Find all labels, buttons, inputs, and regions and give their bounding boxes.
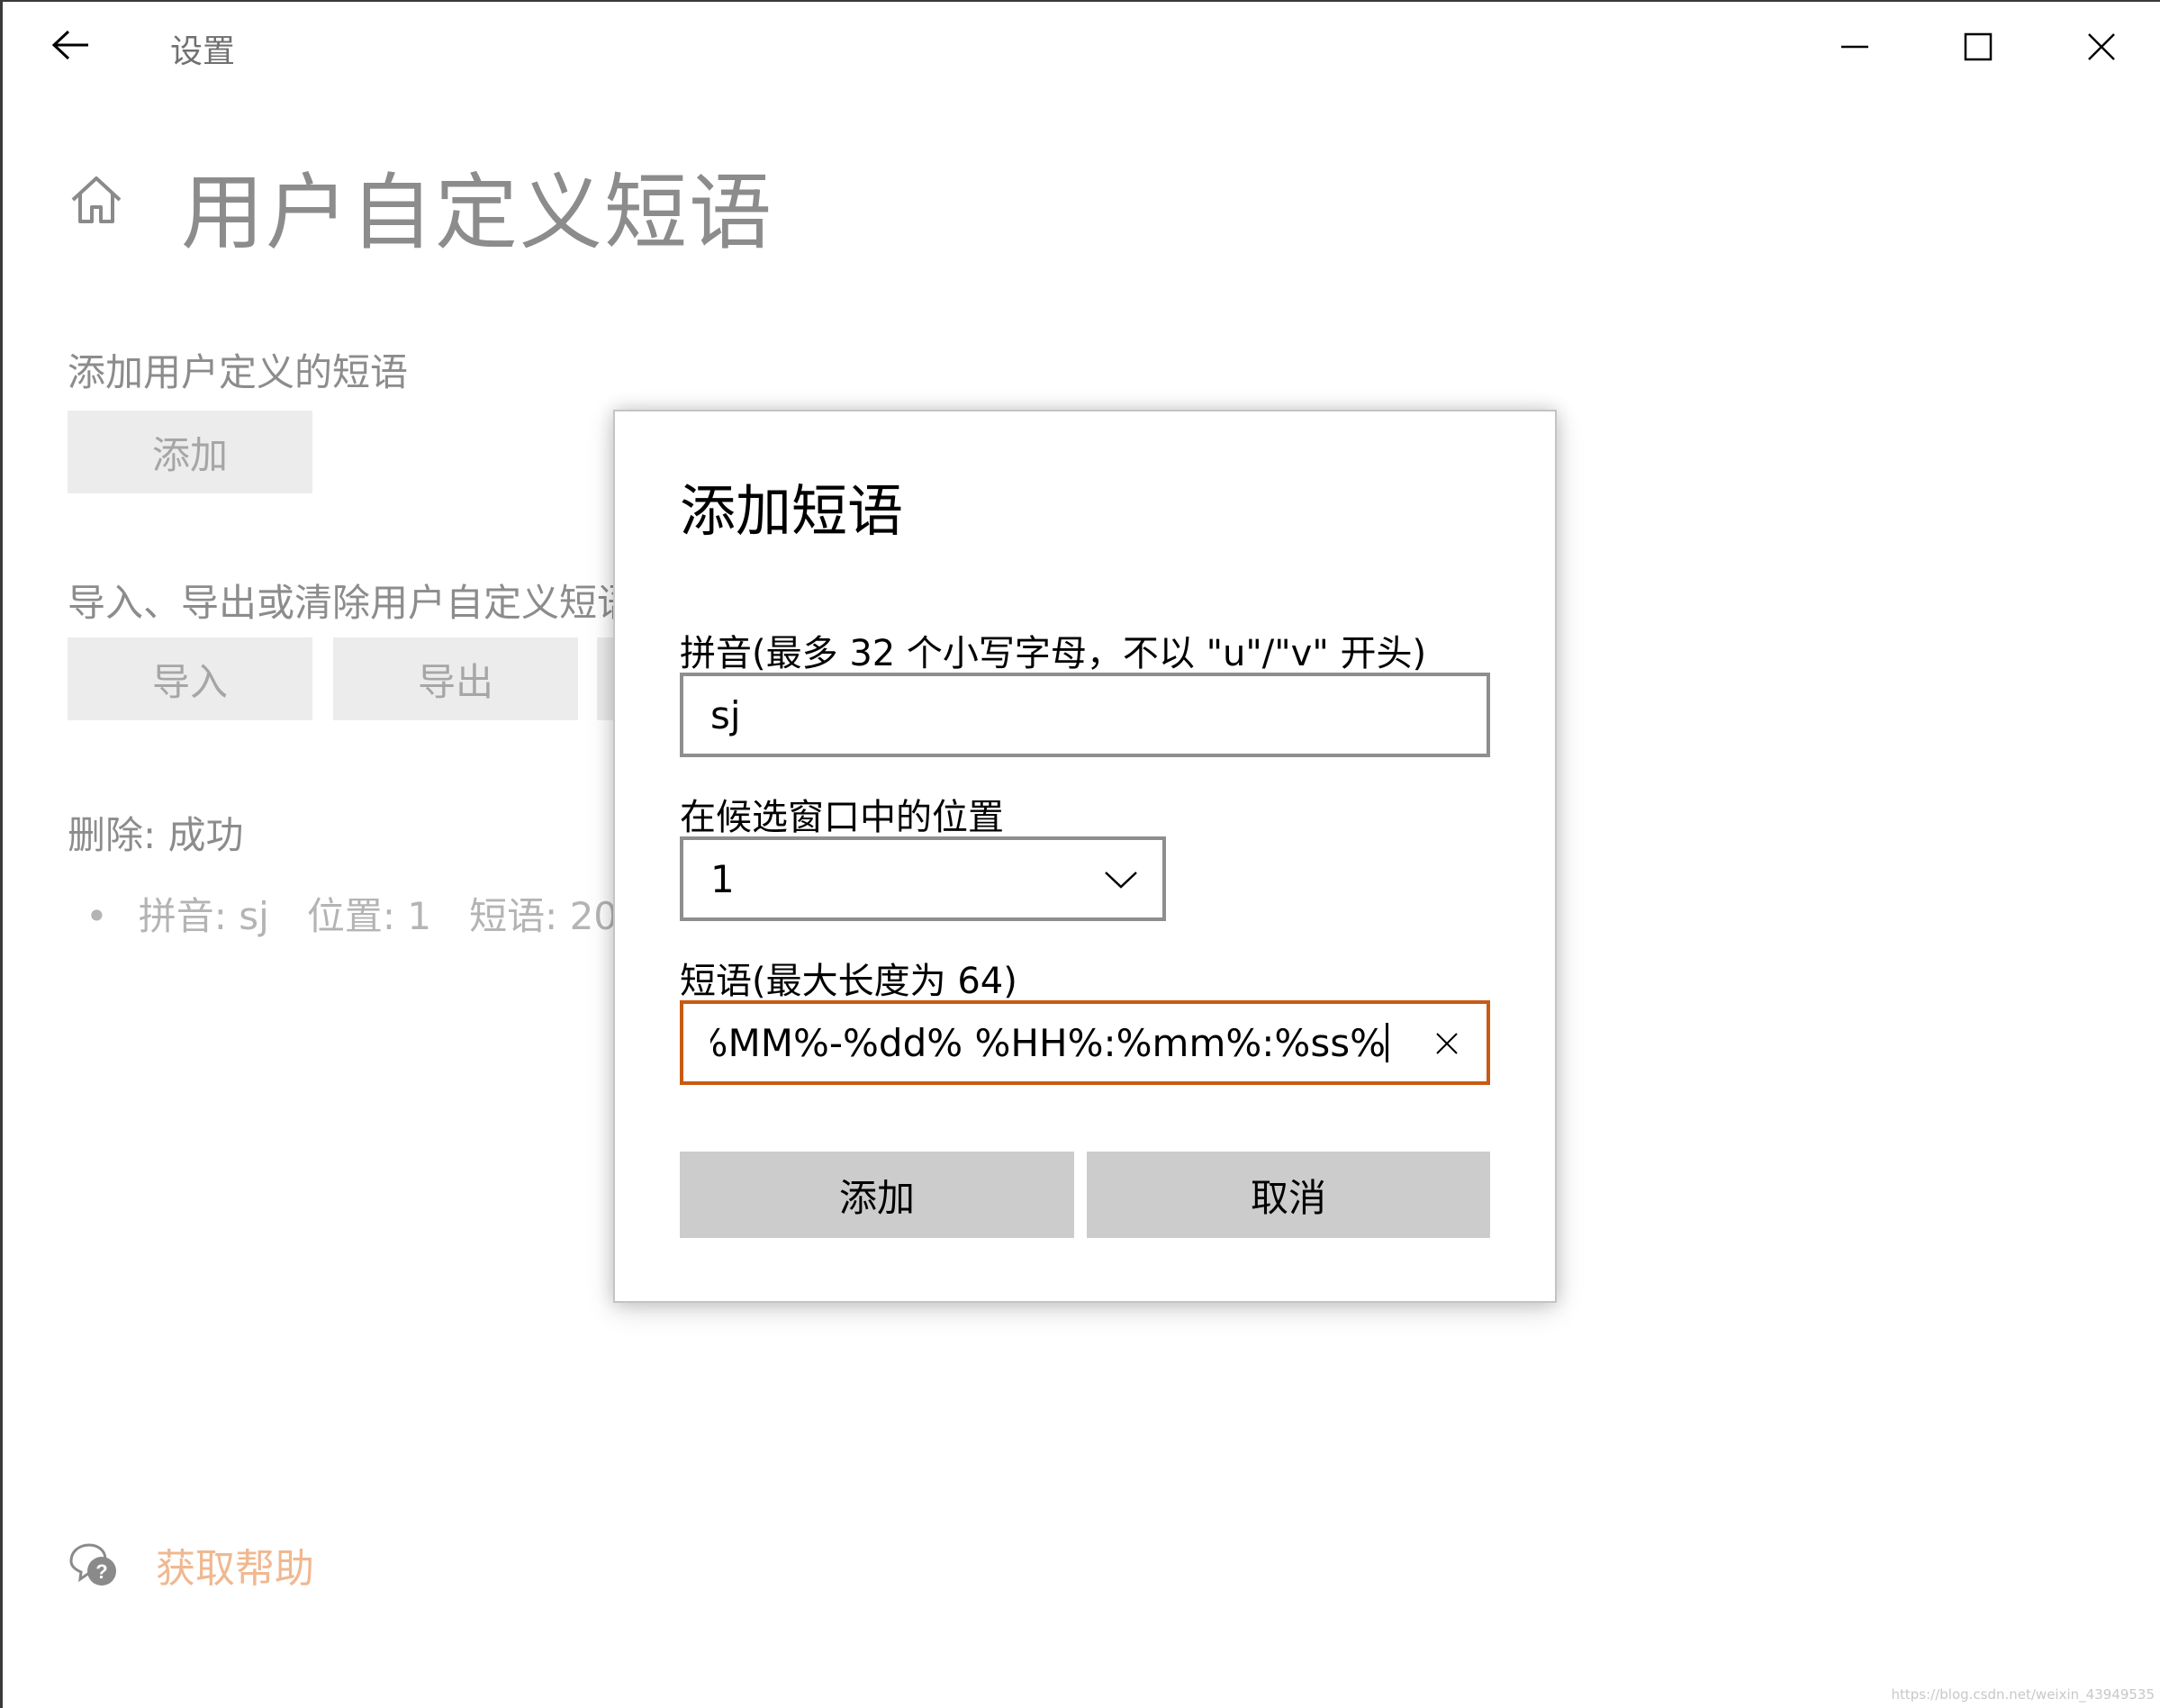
settings-window: 设置 用户自定义短语 添加用户定义的短语 添加 导入、导出或清除用户自定义短语 … <box>0 0 2160 1708</box>
list-bullet: • <box>86 894 108 938</box>
import-section-label: 导入、导出或清除用户自定义短语 <box>68 581 617 625</box>
svg-text:?: ? <box>95 1560 107 1583</box>
phrase-input[interactable]: /%-%MM%-%dd% %HH%:%mm%:%ss% <box>680 1000 1490 1085</box>
pinyin-input[interactable]: sj <box>680 673 1490 757</box>
export-button[interactable]: 导出 <box>333 637 578 720</box>
page-title: 用户自定义短语 <box>181 165 774 261</box>
import-button[interactable]: 导入 <box>68 637 312 720</box>
phrase-label: 短语(最大长度为 64) <box>680 961 1017 1002</box>
position-dropdown[interactable]: 1 <box>680 836 1166 921</box>
position-label: 在候选窗口中的位置 <box>680 797 1004 838</box>
clear-input-button[interactable] <box>1427 1024 1467 1063</box>
dialog-add-button[interactable]: 添加 <box>680 1152 1074 1238</box>
deleted-phrase: 短语: 2020 <box>469 894 617 938</box>
deleted-pinyin: 拼音: sj <box>138 894 269 938</box>
add-section-label: 添加用户定义的短语 <box>68 350 409 394</box>
watermark: https://blog.csdn.net/weixin_43949535 <box>1891 1686 2155 1703</box>
pinyin-label: 拼音(最多 32 个小写字母，不以 "u"/"v" 开头) <box>680 633 1427 674</box>
pinyin-value: sj <box>710 692 741 737</box>
delete-status-label: 删除: 成功 <box>68 813 244 857</box>
deleted-item: • 拼音: sj 位置: 1 短语: 2020 <box>86 886 617 941</box>
phrase-value: /%-%MM%-%dd% %HH%:%mm%:%ss% <box>710 1020 1386 1065</box>
help-row: ? 获取帮助 <box>68 1536 314 1594</box>
phrase-value-wrap: /%-%MM%-%dd% %HH%:%mm%:%ss% <box>710 1021 1386 1065</box>
add-phrase-dialog: 添加短语 拼音(最多 32 个小写字母，不以 "u"/"v" 开头) sj 在候… <box>613 410 1557 1303</box>
dialog-title: 添加短语 <box>680 478 904 544</box>
home-icon[interactable] <box>68 171 125 229</box>
get-help-link[interactable]: 获取帮助 <box>156 1536 314 1594</box>
dialog-cancel-button[interactable]: 取消 <box>1087 1152 1490 1238</box>
close-icon <box>1436 1033 1458 1054</box>
position-value: 1 <box>710 856 735 901</box>
chevron-down-icon <box>1105 872 1137 889</box>
deleted-position: 位置: 1 <box>306 894 432 938</box>
add-phrase-button[interactable]: 添加 <box>68 411 312 493</box>
help-chat-icon: ? <box>69 1543 116 1586</box>
text-caret <box>1386 1023 1388 1062</box>
